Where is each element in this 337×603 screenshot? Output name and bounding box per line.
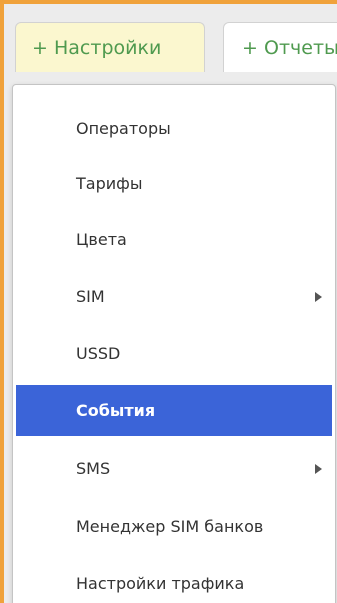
screen: + Настройки + Отчеты Операторы Тарифы Цв…: [0, 0, 337, 603]
menu-item-ussd[interactable]: USSD: [16, 328, 332, 379]
plus-icon: +: [32, 36, 48, 59]
settings-dropdown-menu: Операторы Тарифы Цвета SIM USSD События …: [12, 84, 336, 603]
menu-item-label: Менеджер SIM банков: [76, 517, 264, 536]
menu-item-operators[interactable]: Операторы: [16, 103, 332, 154]
menu-item-label: Тарифы: [76, 174, 143, 193]
menu-item-sim[interactable]: SIM: [16, 271, 332, 322]
submenu-arrow-icon: [315, 291, 322, 302]
menu-item-label: SIM: [76, 287, 105, 306]
menu-item-sms[interactable]: SMS: [16, 443, 332, 494]
menu-item-colors[interactable]: Цвета: [16, 214, 332, 265]
submenu-arrow-icon: [315, 463, 322, 474]
tab-reports-label: Отчеты: [264, 36, 337, 59]
menu-item-label: Цвета: [76, 230, 127, 249]
accent-border-top: [0, 0, 337, 4]
menu-item-sim-bank-manager[interactable]: Менеджер SIM банков: [16, 501, 332, 552]
menu-item-label: USSD: [76, 344, 121, 363]
tab-settings[interactable]: + Настройки: [15, 22, 205, 72]
menu-item-label: SMS: [76, 459, 111, 478]
tab-settings-label: Настройки: [54, 36, 162, 59]
accent-border-left: [0, 0, 4, 603]
menu-item-label: События: [76, 401, 156, 420]
menu-item-label: Операторы: [76, 119, 171, 138]
menu-item-tariffs[interactable]: Тарифы: [16, 158, 332, 209]
menu-item-events[interactable]: События: [16, 385, 332, 436]
menu-item-traffic-settings[interactable]: Настройки трафика: [16, 558, 332, 603]
plus-icon: +: [242, 36, 258, 59]
tab-reports[interactable]: + Отчеты: [223, 22, 337, 72]
menu-item-label: Настройки трафика: [76, 574, 245, 593]
